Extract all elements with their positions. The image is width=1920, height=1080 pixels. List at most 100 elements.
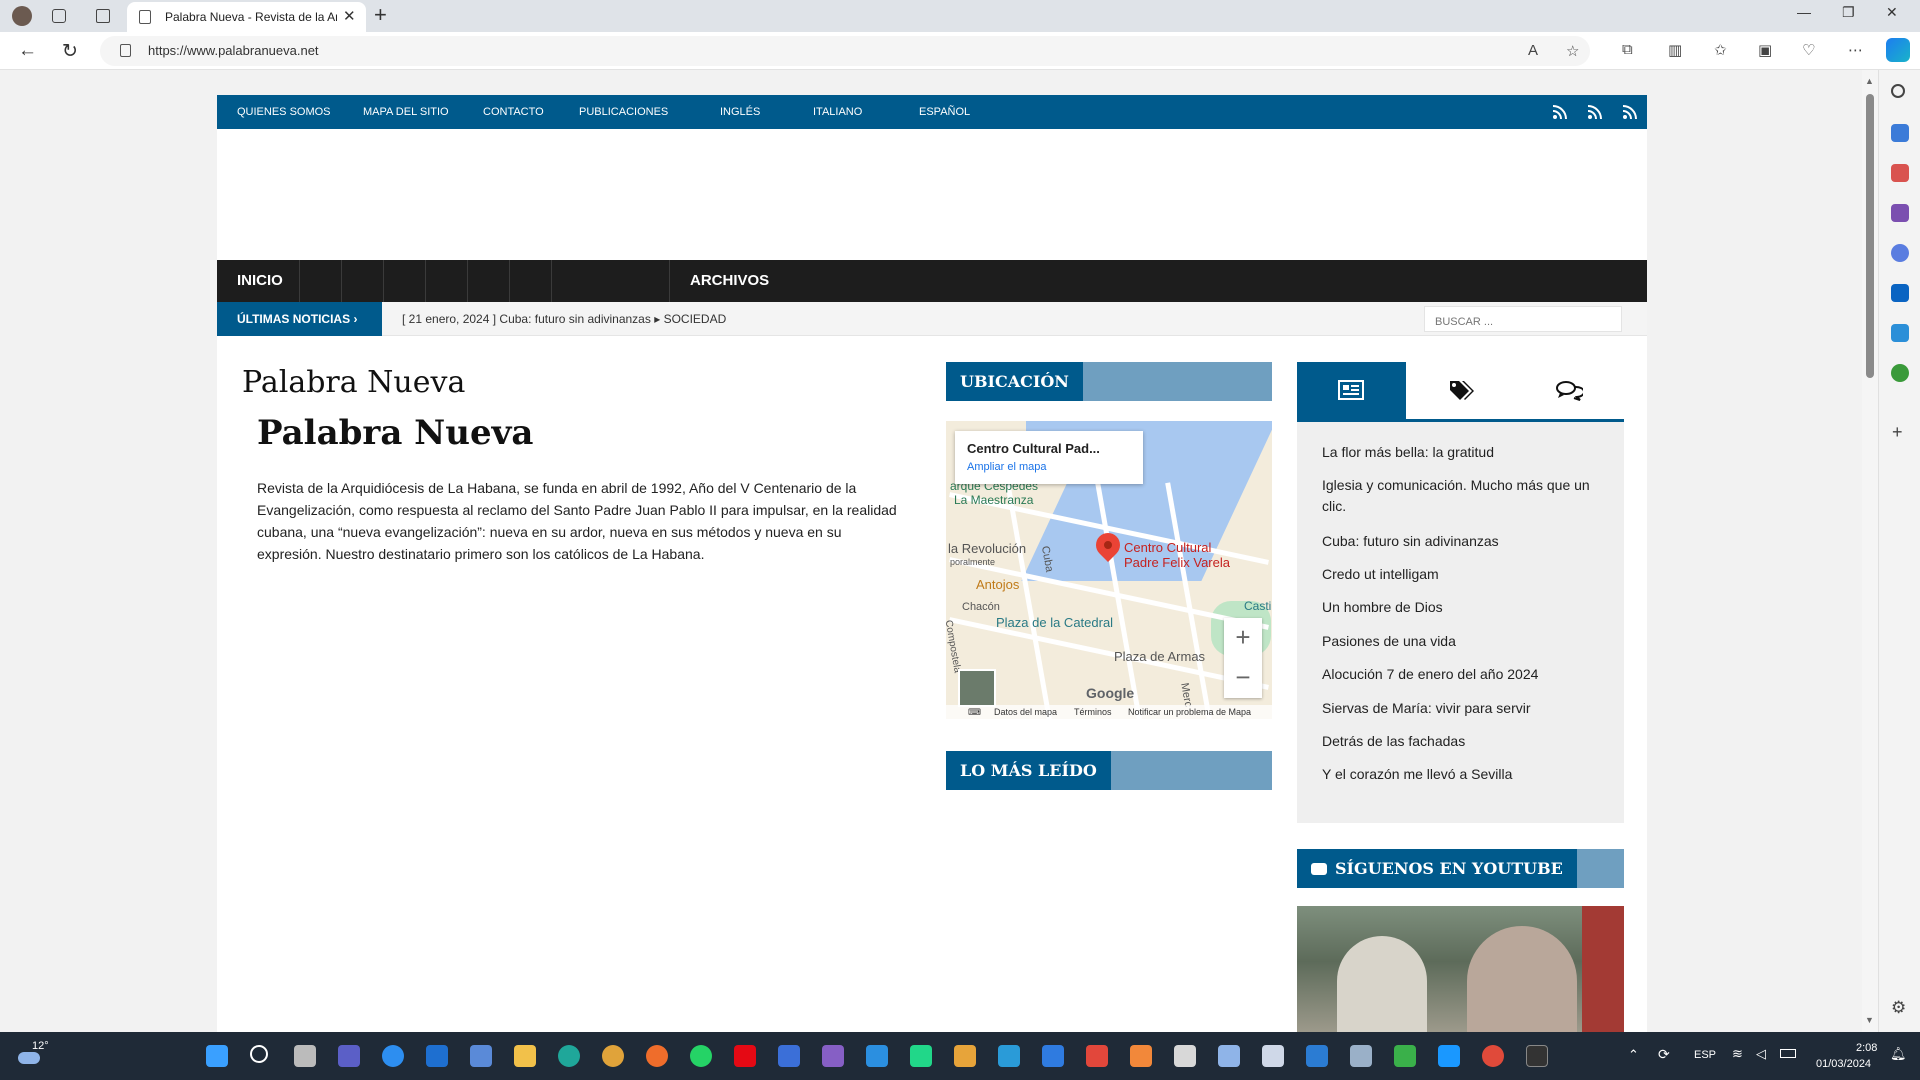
input-language[interactable]: ESP <box>1694 1049 1716 1061</box>
start-menu-icon[interactable] <box>206 1045 228 1067</box>
topnav-quienes-somos[interactable]: QUIENES SOMOS <box>237 106 331 118</box>
list-item[interactable]: Iglesia y comunicación. Mucho más que un… <box>1322 475 1612 517</box>
taskbar-search-icon[interactable] <box>250 1045 268 1063</box>
firefox-icon[interactable] <box>646 1045 668 1067</box>
location-map[interactable]: arque Céspedes La Maestranza la Revoluci… <box>946 421 1272 719</box>
store-icon[interactable] <box>470 1045 492 1067</box>
tab-recent-posts[interactable] <box>1297 362 1406 419</box>
remote-app-icon[interactable] <box>1218 1045 1240 1067</box>
rss-icon[interactable] <box>1552 104 1568 120</box>
sidebar-outlook-icon[interactable] <box>1891 284 1909 302</box>
file-explorer-icon[interactable] <box>514 1045 536 1067</box>
clock-date[interactable]: 01/03/2024 <box>1816 1058 1871 1070</box>
copilot-icon[interactable] <box>1886 38 1910 62</box>
news-category[interactable]: SOCIEDAD <box>664 312 727 326</box>
scroll-thumb[interactable] <box>1866 94 1874 378</box>
sublime-icon[interactable] <box>1130 1045 1152 1067</box>
teams-icon[interactable] <box>338 1045 360 1067</box>
favorite-star-icon[interactable]: ☆ <box>1566 42 1579 60</box>
collections-icon[interactable]: ▣ <box>1758 41 1772 59</box>
minimize-icon[interactable]: — <box>1797 4 1811 20</box>
url-input[interactable]: https://www.palabranueva.net A ☆ <box>100 36 1590 66</box>
netflix-icon[interactable] <box>734 1045 756 1067</box>
monitor-app-icon[interactable] <box>1350 1045 1372 1067</box>
weather-widget[interactable]: 12° <box>18 1040 49 1068</box>
rss-icon[interactable] <box>1587 104 1603 120</box>
list-item[interactable]: Y el corazón me llevó a Sevilla <box>1322 764 1612 785</box>
nav-archivos[interactable]: ARCHIVOS <box>690 272 769 289</box>
vscode-icon[interactable] <box>866 1045 888 1067</box>
visual-studio-icon[interactable] <box>822 1045 844 1067</box>
prime-video-icon[interactable] <box>1438 1045 1460 1067</box>
rss-icon[interactable] <box>1622 104 1638 120</box>
network-app-icon[interactable] <box>1174 1045 1196 1067</box>
notifications-icon[interactable]: 🔔︎ <box>1890 1046 1907 1062</box>
page-scrollbar[interactable]: ▲ ▼ <box>1862 70 1878 1032</box>
bolt-app-icon[interactable] <box>778 1045 800 1067</box>
news-ticker[interactable]: [ 21 enero, 2024 ] Cuba: futuro sin adiv… <box>402 312 726 326</box>
volume-icon[interactable]: ◁ <box>1756 1046 1766 1062</box>
word-icon[interactable] <box>1306 1045 1328 1067</box>
map-terms-link[interactable]: Términos <box>1074 707 1112 717</box>
new-tab-icon[interactable]: + <box>374 2 387 28</box>
browser-essentials-icon[interactable]: ♡ <box>1802 41 1815 59</box>
task-view-icon[interactable] <box>294 1045 316 1067</box>
map-data-link[interactable]: Datos del mapa <box>994 707 1057 717</box>
whatsapp-icon[interactable] <box>690 1045 712 1067</box>
sidebar-shopping-icon[interactable] <box>1891 124 1909 142</box>
tab-comments[interactable] <box>1515 362 1624 419</box>
anydesk-icon[interactable] <box>1086 1045 1108 1067</box>
topnav-ingles[interactable]: INGLÉS <box>720 106 760 118</box>
wifi-icon[interactable]: ≋ <box>1732 1046 1743 1062</box>
favorites-icon[interactable]: ✩ <box>1714 41 1727 59</box>
pycharm-icon[interactable] <box>910 1045 932 1067</box>
topnav-publicaciones[interactable]: PUBLICACIONES <box>579 106 668 118</box>
back-icon[interactable]: ← <box>18 40 37 62</box>
nav-inicio[interactable]: INICIO <box>237 272 283 289</box>
list-item[interactable]: Cuba: futuro sin adivinanzas <box>1322 531 1612 552</box>
profile-avatar-icon[interactable] <box>12 6 32 26</box>
zoom-out-icon[interactable]: − <box>1224 658 1262 698</box>
clock-time[interactable]: 2:08 <box>1856 1042 1877 1054</box>
youtube-video-thumbnail[interactable] <box>1297 906 1624 1032</box>
list-item[interactable]: Un hombre de Dios <box>1322 597 1612 618</box>
tab-palabra-nueva[interactable]: Palabra Nueva - Revista de la Arquidióce… <box>127 2 366 32</box>
help-icon[interactable] <box>382 1045 404 1067</box>
window-close-icon[interactable]: ✕ <box>1886 4 1898 21</box>
workspaces-icon[interactable] <box>52 9 66 23</box>
list-item[interactable]: Credo ut intelligam <box>1322 564 1612 585</box>
chrome-icon[interactable] <box>602 1045 624 1067</box>
tray-chevron-icon[interactable]: ⌃ <box>1628 1047 1639 1063</box>
sidebar-games-icon[interactable] <box>1891 204 1909 222</box>
list-item[interactable]: Detrás de las fachadas <box>1322 731 1612 752</box>
scroll-up-icon[interactable]: ▲ <box>1865 76 1874 86</box>
sidebar-search-icon[interactable] <box>1891 84 1905 98</box>
map-report-link[interactable]: Notificar un problema de Mapa <box>1128 707 1251 717</box>
extensions-icon[interactable]: ⧉ <box>1622 41 1633 58</box>
sidebar-settings-icon[interactable]: ⚙ <box>1891 998 1906 1018</box>
sidebar-send-icon[interactable] <box>1891 324 1909 342</box>
topnav-contacto[interactable]: CONTACTO <box>483 106 544 118</box>
todo-icon[interactable] <box>1042 1045 1064 1067</box>
zoom-in-icon[interactable]: + <box>1224 618 1262 658</box>
tray-sync-icon[interactable]: ⟳ <box>1658 1046 1670 1063</box>
lock-icon[interactable] <box>120 44 131 57</box>
scroll-down-icon[interactable]: ▼ <box>1865 1015 1874 1025</box>
chrome-profile-icon[interactable] <box>1482 1045 1504 1067</box>
mdp-app-icon[interactable] <box>426 1045 448 1067</box>
battery-icon[interactable] <box>1780 1049 1796 1058</box>
satellite-toggle[interactable] <box>958 669 996 707</box>
list-item[interactable]: La flor más bella: la gratitud <box>1322 442 1612 463</box>
list-item[interactable]: Siervas de María: vivir para servir <box>1322 698 1612 719</box>
terminal-icon[interactable] <box>1526 1045 1548 1067</box>
sidebar-tools-icon[interactable] <box>1891 164 1909 182</box>
topnav-italiano[interactable]: ITALIANO <box>813 106 862 118</box>
search-input[interactable] <box>1424 306 1622 332</box>
read-aloud-icon[interactable]: A <box>1528 42 1538 59</box>
topnav-espanol[interactable]: ESPAÑOL <box>919 106 970 118</box>
split-screen-icon[interactable]: ▥ <box>1668 41 1682 59</box>
cloud-app-icon[interactable] <box>1262 1045 1284 1067</box>
snip-app-icon[interactable] <box>998 1045 1020 1067</box>
expand-map-link[interactable]: Ampliar el mapa <box>967 461 1046 473</box>
news-headline[interactable]: Cuba: futuro sin adivinanzas <box>499 312 650 326</box>
